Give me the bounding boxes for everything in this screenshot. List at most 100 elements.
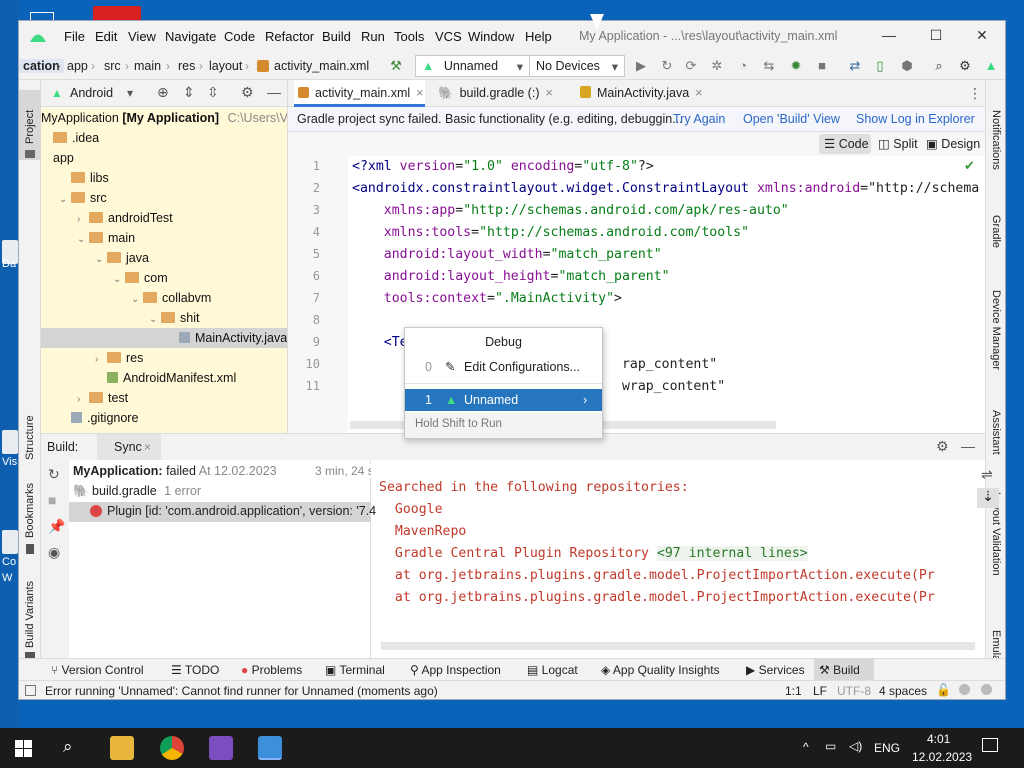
menu-tools[interactable]: Tools (394, 29, 424, 44)
tool-notifications[interactable]: Notifications (990, 110, 1002, 170)
tree-item[interactable]: ⌄ java (41, 248, 149, 268)
breadcrumb-app[interactable]: app (67, 59, 88, 73)
locate-icon[interactable]: ⊕ (157, 84, 169, 101)
popup-edit-configurations[interactable]: 0 ✎ Edit Configurations... (405, 356, 602, 378)
tree-item[interactable]: › test (41, 388, 128, 408)
close-icon[interactable]: × (695, 86, 702, 100)
close-button[interactable]: ✕ (967, 27, 997, 45)
tool-todo[interactable]: ☰ TODO (171, 663, 219, 677)
show-log-link[interactable]: Show Log in Explorer (856, 107, 975, 132)
menu-build[interactable]: Build (322, 29, 351, 44)
breadcrumb-src[interactable]: src (104, 59, 121, 73)
chevron-down-icon[interactable]: ⌄ (77, 230, 89, 250)
tool-assistant[interactable]: Assistant (990, 410, 1002, 455)
build-root-row[interactable]: MyApplication: failed At 12.02.2023 (73, 464, 277, 478)
code-line[interactable]: <?xml version="1.0" encoding="utf-8"?> (352, 156, 654, 178)
mode-code-button[interactable]: ☰ Code (824, 136, 869, 151)
memory-icon[interactable] (959, 684, 970, 695)
hide-icon[interactable]: — (267, 84, 281, 100)
breadcrumb-layout[interactable]: layout (209, 59, 242, 73)
menu-vcs[interactable]: VCS (435, 29, 462, 44)
gear-icon[interactable]: ⚙ (957, 59, 973, 73)
file-explorer-icon[interactable] (110, 736, 134, 760)
tool-build[interactable]: ⚒ Build (819, 663, 860, 677)
tree-root[interactable]: MyApplication [My Application] C:\Users\… (41, 108, 287, 128)
stop-icon[interactable]: ■ (48, 492, 56, 508)
expand-all-icon[interactable]: ⇕ (183, 84, 195, 101)
tool-app-inspection[interactable]: ⚲ App Inspection (410, 663, 501, 677)
build-error-row[interactable]: Plugin [id: 'com.android.application', v… (69, 502, 376, 522)
tool-device-manager[interactable]: Device Manager (990, 290, 1002, 370)
tree-item[interactable]: app (41, 148, 74, 168)
hammer-icon[interactable]: ⚒ (388, 59, 404, 73)
try-again-link[interactable]: Try Again (673, 107, 725, 132)
output-line[interactable]: at org.jetbrains.plugins.gradle.model.Pr… (379, 568, 935, 583)
caret-position[interactable]: 1:1 (785, 684, 802, 698)
chevron-right-icon[interactable]: › (77, 390, 89, 410)
code-line[interactable]: android:layout_width="match_parent" (352, 244, 662, 266)
minimize-button[interactable]: — (874, 27, 904, 45)
chevron-down-icon[interactable]: ⌄ (149, 310, 161, 330)
code-line[interactable]: <androidx.constraintlayout.widget.Constr… (352, 178, 979, 200)
clock-date[interactable]: 12.02.2023 (912, 750, 972, 764)
code-area[interactable]: 1 2 3 4 5 6 7 8 9 10 11 <?xml version="1.0" encodin… (288, 156, 989, 433)
visual-studio-icon[interactable] (209, 736, 233, 760)
close-icon[interactable]: × (144, 440, 151, 454)
tab-activity-main[interactable]: activity_main.xml × (294, 80, 425, 107)
project-view-mode[interactable]: Android (70, 86, 113, 100)
menu-window[interactable]: Window (468, 29, 514, 44)
chevron-down-icon[interactable]: ⌄ (59, 190, 71, 210)
gear-icon[interactable]: ⚙ (936, 438, 949, 455)
run-icon[interactable]: ▶ (633, 59, 649, 73)
volume-icon[interactable]: ◁) (849, 739, 862, 753)
tool-version-control[interactable]: ⑂ Version Control (51, 663, 144, 677)
rerun-icon[interactable]: ↻ (659, 59, 675, 73)
maximize-button[interactable]: ☐ (921, 27, 951, 45)
tool-bookmarks[interactable]: Bookmarks (24, 483, 36, 538)
menu-refactor[interactable]: Refactor (265, 29, 314, 44)
breadcrumb-file[interactable]: activity_main.xml (274, 59, 369, 73)
status-toggle-icon[interactable] (25, 685, 36, 696)
menu-help[interactable]: Help (525, 29, 552, 44)
menu-run[interactable]: Run (361, 29, 385, 44)
run-config-dropdown[interactable]: ▲ Unnamed ▾ (415, 55, 530, 77)
tree-item[interactable]: libs (41, 168, 109, 188)
chrome-icon[interactable] (160, 736, 184, 760)
chevron-right-icon[interactable]: › (77, 210, 89, 230)
debug-icon[interactable]: ✲ (709, 59, 725, 73)
tool-project[interactable]: Project (24, 110, 36, 144)
search-icon[interactable]: ⌕ (931, 59, 947, 73)
network-icon[interactable]: ▭ (825, 739, 836, 753)
code-line[interactable]: android:layout_height="match_parent" (352, 266, 670, 288)
menu-file[interactable]: File (64, 29, 85, 44)
mode-design-button[interactable]: ▣ Design (926, 136, 980, 151)
notification-center-icon[interactable] (982, 738, 998, 752)
scroll-end-icon[interactable]: ⇣ (977, 488, 999, 508)
tab-build-gradle[interactable]: 🐘 build.gradle (:) × (438, 80, 568, 107)
tool-services[interactable]: ▶ Services (746, 663, 805, 677)
chevron-down-icon[interactable]: ⌄ (131, 290, 143, 310)
pin-icon[interactable]: 📌 (48, 518, 65, 535)
tree-item[interactable]: ⌄ collabvm (41, 288, 211, 308)
android-studio-taskbar-icon[interactable] (258, 736, 282, 760)
output-line[interactable]: Google (379, 502, 443, 517)
tool-logcat[interactable]: ▤ Logcat (527, 663, 578, 677)
tool-problems[interactable]: ● Problems (241, 663, 302, 677)
breadcrumb-main[interactable]: main (134, 59, 161, 73)
chevron-up-icon[interactable]: ^ (803, 740, 809, 754)
tool-gradle[interactable]: Gradle (990, 215, 1002, 248)
profile-icon[interactable]: ◔ (735, 59, 751, 73)
code-line[interactable]: tools:context=".MainActivity"> (352, 288, 622, 310)
apply-changes-icon[interactable]: ⟳ (683, 59, 699, 73)
collapse-all-icon[interactable]: ⇳ (207, 84, 219, 101)
tool-structure[interactable]: Structure (24, 415, 36, 460)
file-encoding[interactable]: UTF-8 (837, 684, 871, 698)
tree-item[interactable]: AndroidManifest.xml (41, 368, 236, 388)
status-message[interactable]: Error running 'Unnamed': Cannot find run… (45, 684, 438, 698)
windows-start-icon[interactable] (15, 740, 32, 757)
output-line[interactable]: Searched in the following repositories: (379, 480, 689, 495)
tool-emulator[interactable]: Emula (990, 630, 1002, 661)
menu-code[interactable]: Code (224, 29, 255, 44)
attach-icon[interactable]: ⇆ (761, 59, 777, 73)
close-icon[interactable]: × (416, 86, 423, 100)
